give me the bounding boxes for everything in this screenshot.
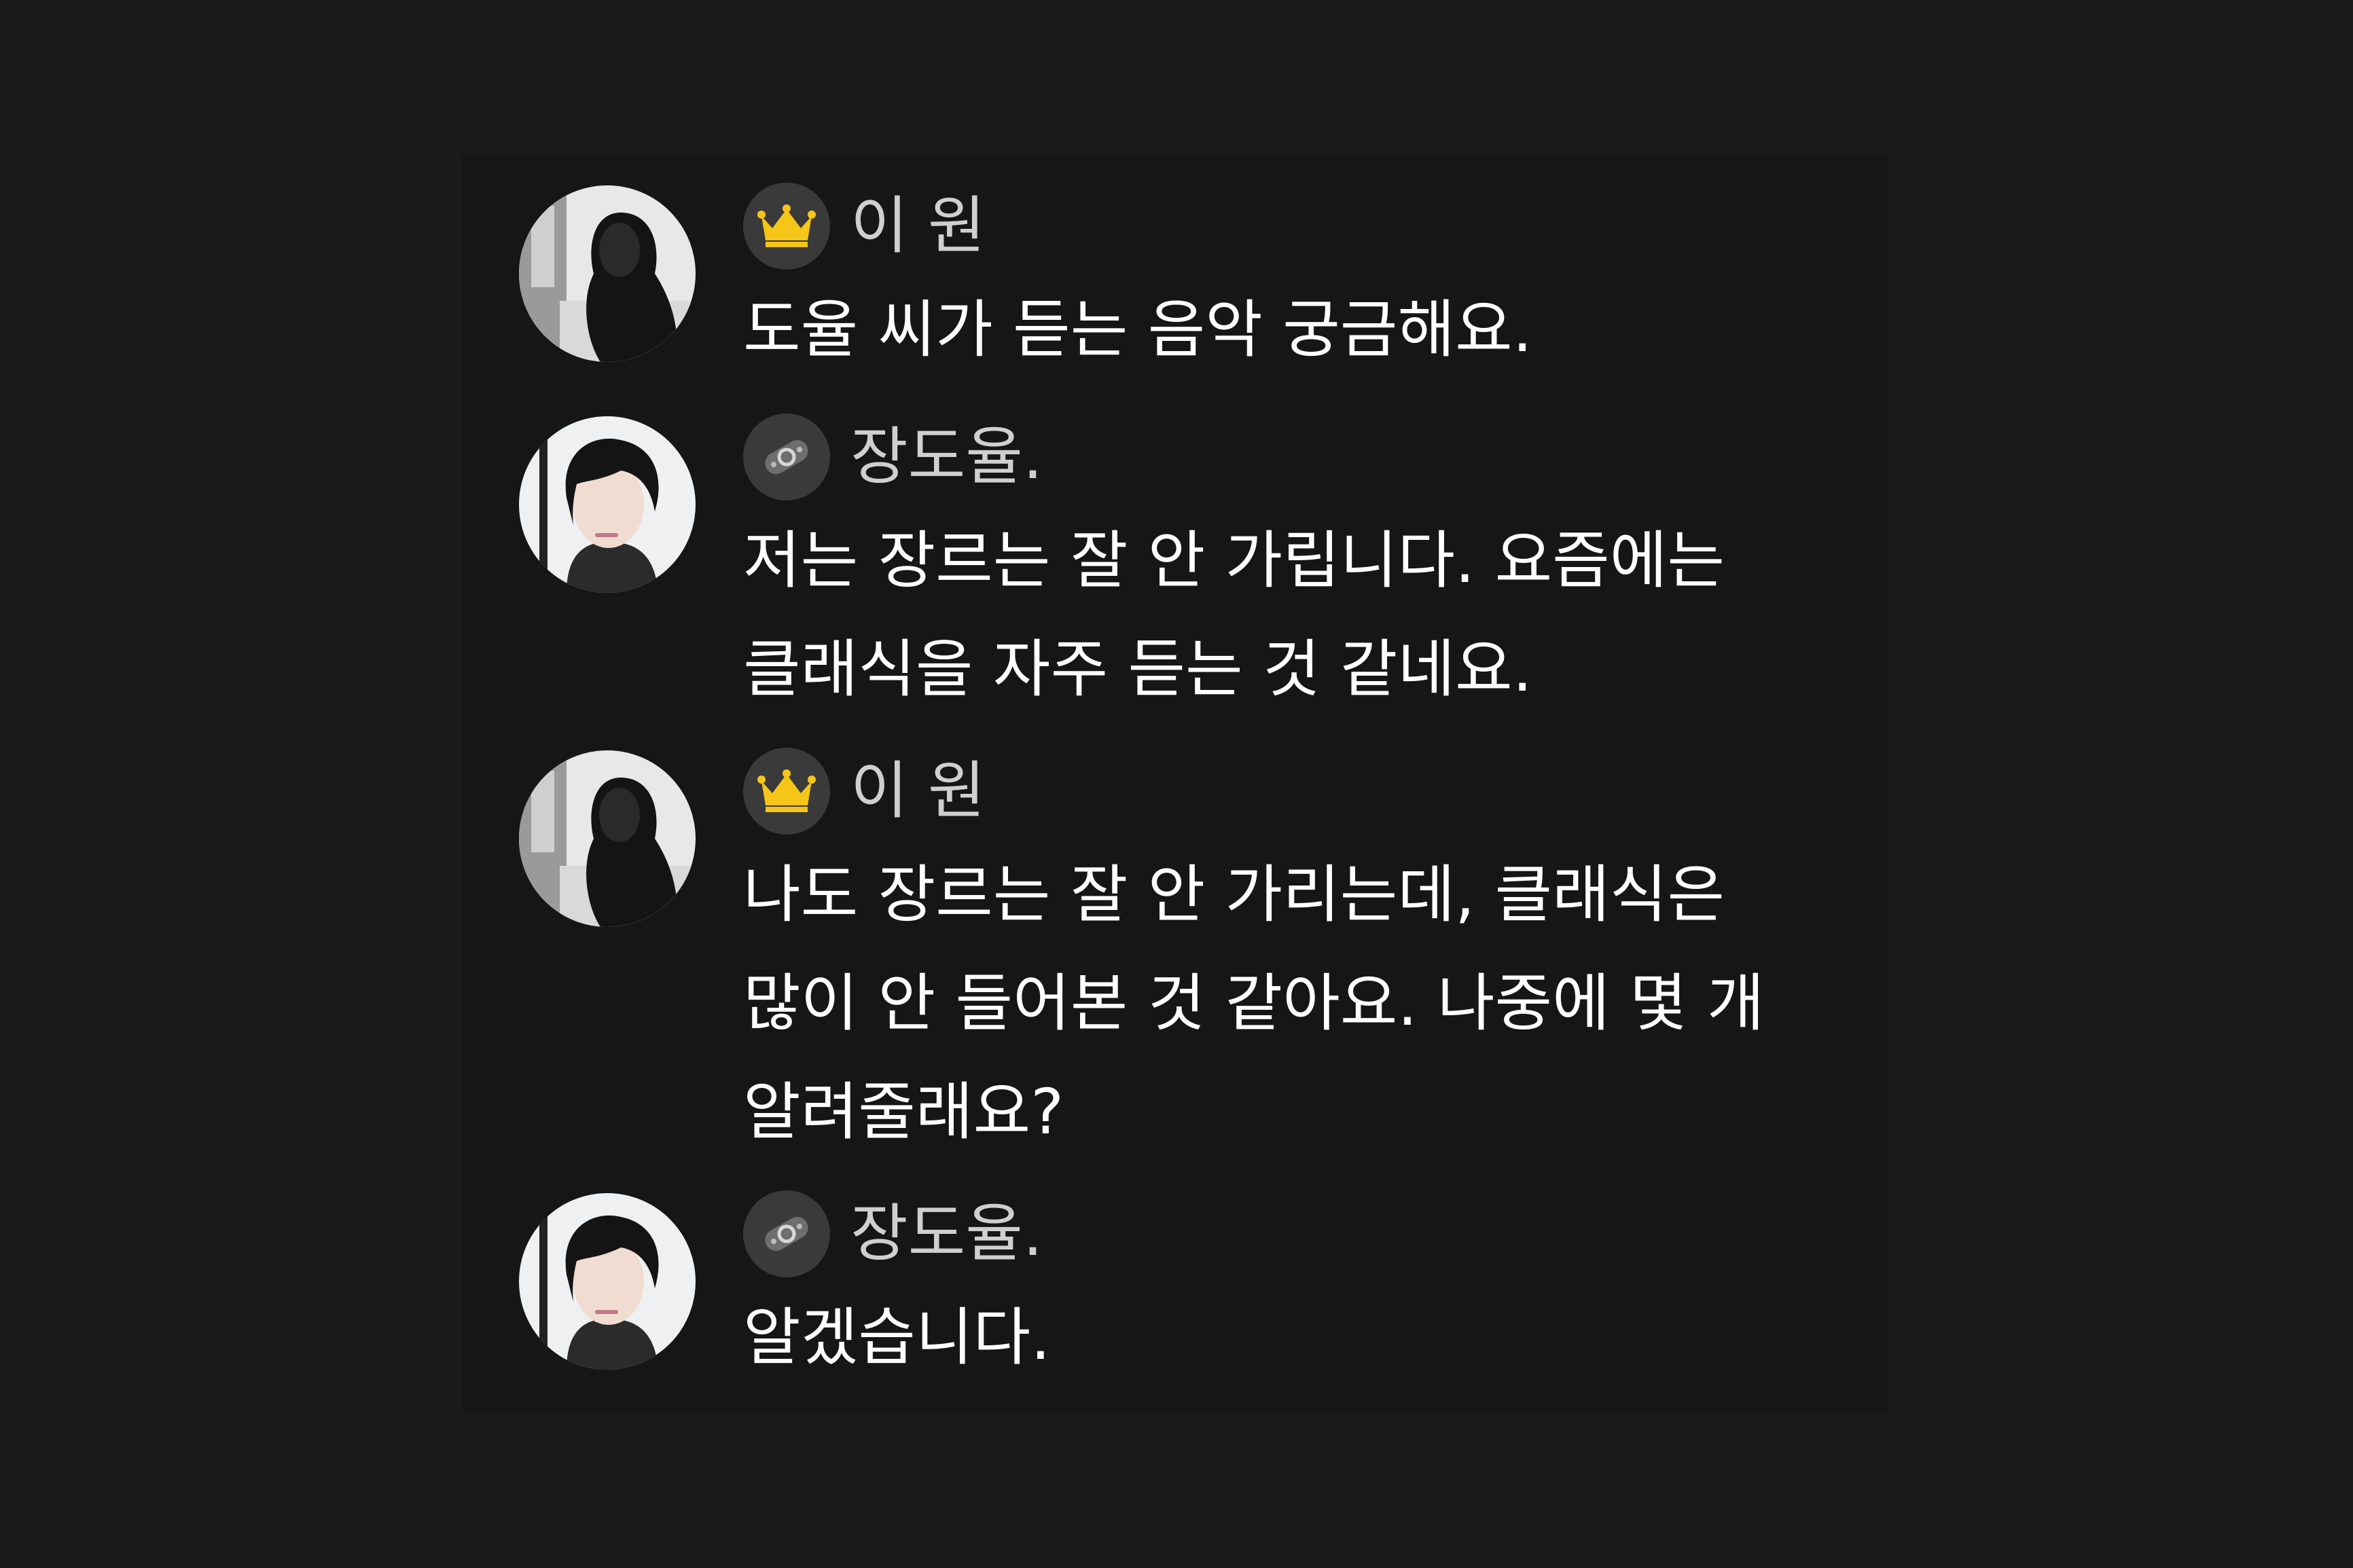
message-text: 도율 씨가 듣는 음악 궁금해요. xyxy=(743,276,1864,384)
woman-avatar[interactable] xyxy=(519,185,696,362)
crown-icon xyxy=(757,204,816,247)
message-text: 나도 장르는 잘 안 가리는데, 클래식은 많이 안 들어본 것 같아요. 나중… xyxy=(743,841,1864,1167)
ring-icon xyxy=(765,1217,808,1251)
crown-badge xyxy=(743,183,830,270)
message-header: 이 원 xyxy=(743,747,986,835)
man-avatar[interactable] xyxy=(519,1193,696,1370)
chat-message: 장도율. 저는 장르는 잘 안 가립니다. 요즘에는 클래식을 자주 듣는 것 … xyxy=(519,413,1878,725)
woman-avatar[interactable] xyxy=(519,750,696,927)
crown-badge xyxy=(743,748,830,835)
message-line: 많이 안 들어본 것 같아요. 나중에 몇 개 xyxy=(743,967,1765,1040)
ring-badge xyxy=(743,1190,830,1277)
speaker-name: 장도율. xyxy=(850,420,1043,493)
message-line: 저는 장르는 잘 안 가립니다. 요즘에는 xyxy=(743,524,1725,597)
ring-icon xyxy=(765,440,808,474)
message-header: 장도율. xyxy=(743,1190,1043,1278)
message-text: 저는 장르는 잘 안 가립니다. 요즘에는 클래식을 자주 듣는 것 같네요. xyxy=(743,507,1864,724)
speaker-name: 이 원 xyxy=(850,754,986,827)
message-line: 클래식을 자주 듣는 것 같네요. xyxy=(743,633,1532,706)
speaker-name: 장도율. xyxy=(850,1197,1043,1270)
ring-badge xyxy=(743,414,830,500)
chat-message: 장도율. 알겠습니다. xyxy=(519,1190,1878,1393)
message-line: 나도 장르는 잘 안 가리는데, 클래식은 xyxy=(743,858,1725,931)
message-text: 알겠습니다. xyxy=(743,1283,1864,1392)
message-line: 알겠습니다. xyxy=(743,1301,1051,1374)
man-avatar[interactable] xyxy=(519,416,696,593)
message-line: 알려줄래요? xyxy=(743,1076,1064,1148)
chat-message: 이 원 나도 장르는 잘 안 가리는데, 클래식은 많이 안 들어본 것 같아요… xyxy=(519,747,1878,1168)
crown-icon xyxy=(757,769,816,812)
message-header: 장도율. xyxy=(743,413,1043,501)
message-header: 이 원 xyxy=(743,182,986,270)
message-line: 도율 씨가 듣는 음악 궁금해요. xyxy=(743,293,1532,366)
chat-message: 이 원 도율 씨가 듣는 음악 궁금해요. xyxy=(519,182,1878,386)
speaker-name: 이 원 xyxy=(850,189,986,262)
